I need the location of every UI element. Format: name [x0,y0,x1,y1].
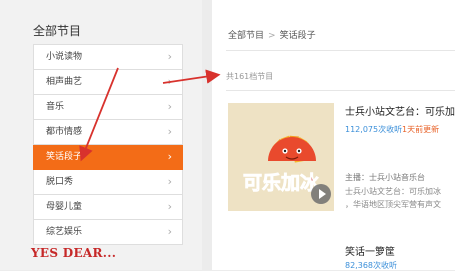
update-time: 1天前更新 [402,125,440,134]
category-item-talkshow[interactable]: 脱口秀 › [33,170,183,195]
category-label: 脱口秀 [46,177,74,187]
divider [226,90,455,91]
play-icon[interactable] [311,184,331,204]
category-item-novel[interactable]: 小说读物 › [33,44,183,70]
category-item-emotion[interactable]: 都市情感 › [33,120,183,145]
cover-title: 可乐加冰 [243,171,320,194]
sidebar-title: 全部节目 [33,24,82,38]
category-item-kids[interactable]: 母婴儿童 › [33,195,183,220]
breadcrumb: 全部节目 > 笑话段子 [228,28,316,41]
category-item-variety[interactable]: 综艺娱乐 › [33,220,183,245]
category-label: 都市情感 [46,127,83,137]
listen-count: 112,075次收听 [345,125,403,134]
breadcrumb-current: 笑话段子 [279,31,316,41]
category-item-music[interactable]: 音乐 › [33,95,183,120]
category-label: 相声曲艺 [46,77,83,87]
chevron-right-icon: › [167,175,172,188]
chevron-right-icon: › [167,75,172,88]
category-label: 音乐 [46,102,65,112]
program-cover[interactable] [228,226,334,270]
program-title[interactable]: 笑话一箩筐 [345,243,395,258]
chevron-right-icon: › [167,200,172,213]
chevron-right-icon: › [167,100,172,113]
chevron-right-icon: › [167,50,172,63]
program-title[interactable]: 士兵小站文艺台：可乐加冰 [345,103,455,118]
breadcrumb-separator: > [268,31,276,41]
category-label: 小说读物 [46,52,83,62]
cover-text: YES DEAR... [31,246,117,260]
chevron-right-icon: › [167,150,172,163]
category-list: 小说读物 › 相声曲艺 › 音乐 › 都市情感 › 笑话段子 › 脱口秀 › 母… [33,44,183,245]
category-item-jokes[interactable]: 笑话段子 › [33,145,183,170]
chevron-right-icon: › [167,125,172,138]
category-label: 笑话段子 [46,152,83,162]
program-description: ，华语地区顶尖军营有声文 [345,200,441,209]
category-label: 综艺娱乐 [46,227,83,237]
sun-face [268,137,316,161]
program-panel: 全部节目 > 笑话段子 共161档节目 可乐加冰 [212,0,455,270]
listen-count: 82,368次收听 [345,261,397,270]
host-name: 主播：士兵小站音乐台 [345,173,425,182]
breadcrumb-root[interactable]: 全部节目 [228,31,264,41]
chevron-right-icon: › [167,225,172,238]
divider [226,50,455,51]
program-count: 共161档节目 [226,72,274,81]
category-item-crosstalk[interactable]: 相声曲艺 › [33,70,183,95]
category-sidebar: 全部节目 小说读物 › 相声曲艺 › 音乐 › 都市情感 › 笑话段子 › 脱口… [0,0,202,270]
category-label: 母婴儿童 [46,202,83,212]
program-description: 士兵小站文艺台：可乐加冰 [345,187,441,196]
